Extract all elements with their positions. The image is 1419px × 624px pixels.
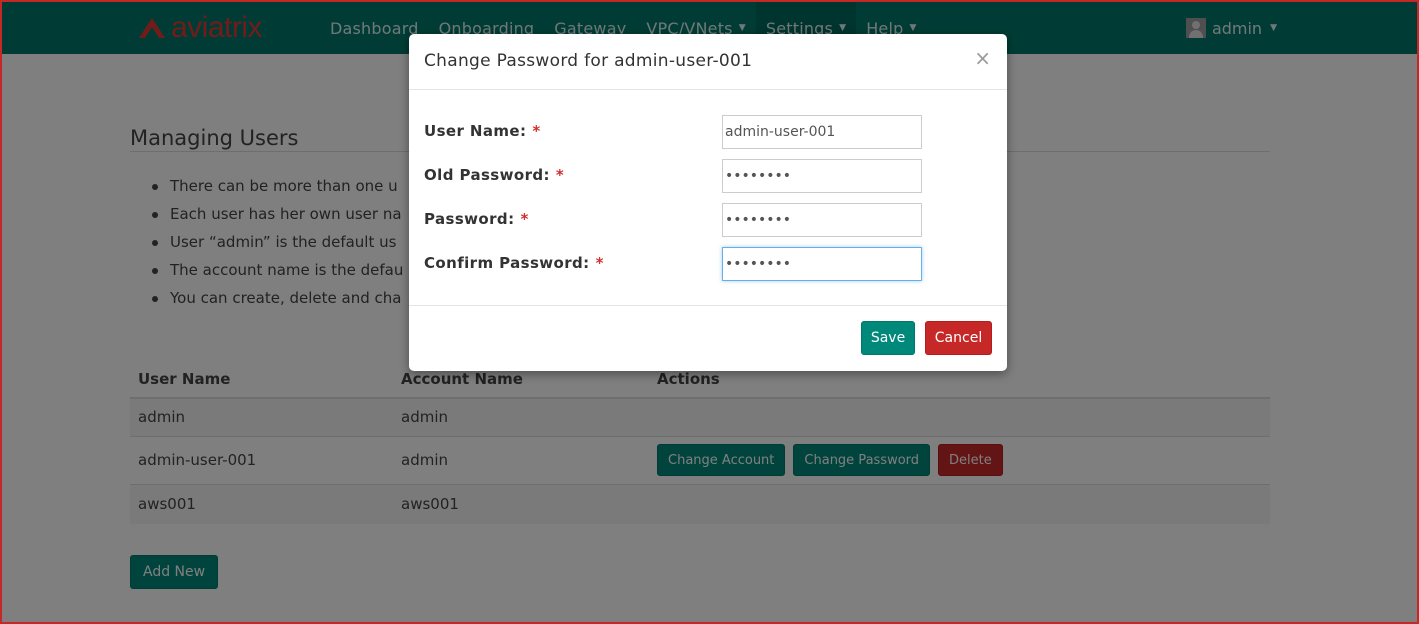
save-button[interactable]: Save — [861, 321, 915, 355]
dialog-footer: Save Cancel — [409, 306, 1007, 370]
old-password-row: Old Password: * — [424, 159, 992, 193]
confirm-password-label-text: Confirm Password: — [424, 254, 590, 272]
dialog-title: Change Password for admin-user-001 — [424, 51, 753, 71]
old-password-field[interactable] — [722, 159, 922, 193]
required-mark: * — [520, 210, 529, 228]
old-password-label-text: Old Password: — [424, 166, 550, 184]
required-mark: * — [555, 166, 565, 184]
cancel-button[interactable]: Cancel — [925, 321, 992, 355]
user-name-field[interactable] — [722, 115, 922, 149]
close-icon[interactable]: × — [974, 48, 991, 68]
password-row: Password: * — [424, 203, 992, 237]
old-password-label: Old Password: * — [424, 166, 564, 184]
change-password-dialog: Change Password for admin-user-001 × Use… — [409, 34, 1007, 371]
confirm-password-row: Confirm Password: * — [424, 247, 992, 281]
dialog-header: Change Password for admin-user-001 × — [409, 34, 1007, 90]
user-name-row: User Name: * — [424, 115, 992, 149]
user-name-label-text: User Name: — [424, 122, 527, 140]
required-mark: * — [532, 122, 541, 140]
confirm-password-field[interactable] — [722, 247, 922, 281]
password-label: Password: * — [424, 210, 529, 228]
required-mark: * — [595, 254, 604, 272]
dialog-body: User Name: * Old Password: * Password: * Co… — [409, 90, 1007, 306]
password-label-text: Password: — [424, 210, 515, 228]
password-field[interactable] — [722, 203, 922, 237]
confirm-password-label: Confirm Password: * — [424, 254, 604, 272]
user-name-label: User Name: * — [424, 122, 541, 140]
